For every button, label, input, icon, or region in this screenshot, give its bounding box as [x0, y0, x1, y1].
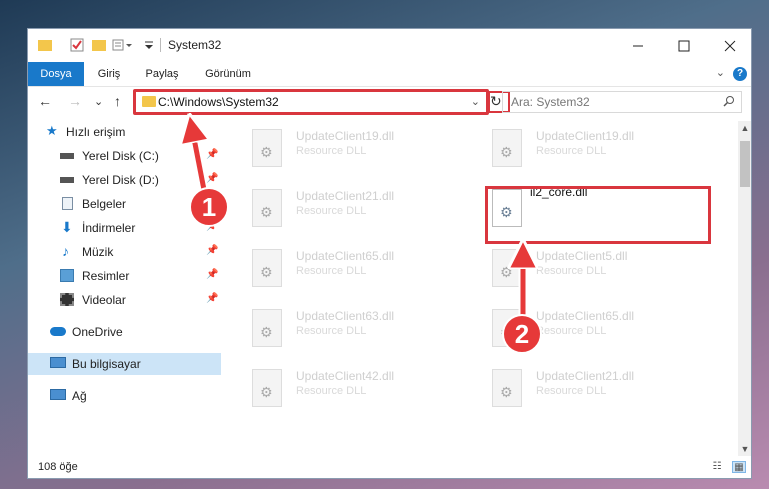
- recent-locations-button[interactable]: ⌄: [94, 95, 103, 108]
- sidebar-item-this-pc[interactable]: Bu bilgisayar: [28, 353, 221, 375]
- search-box[interactable]: Ara: System32: [502, 91, 742, 113]
- title-separator: [160, 38, 161, 52]
- minimize-button[interactable]: [615, 29, 661, 62]
- pictures-icon: [60, 269, 74, 282]
- scroll-thumb[interactable]: [740, 141, 750, 187]
- close-button[interactable]: [707, 29, 751, 62]
- computer-icon: [50, 357, 66, 368]
- maximize-button[interactable]: [661, 29, 707, 62]
- title-bar: System32: [28, 29, 751, 62]
- pin-icon[interactable]: 📌: [206, 269, 218, 280]
- dll-file-icon: ⚙: [252, 189, 282, 227]
- forward-button[interactable]: →: [68, 93, 82, 109]
- dll-file-icon: ⚙: [252, 129, 282, 167]
- sidebar-item-disk-c[interactable]: Yerel Disk (C:) 📌: [28, 145, 221, 167]
- vertical-scrollbar[interactable]: ▲ ▼: [738, 121, 751, 456]
- download-icon: ⬇: [61, 219, 73, 235]
- window-title: System32: [168, 38, 222, 52]
- large-icons-view-icon[interactable]: ▦: [732, 461, 746, 473]
- tab-dosya[interactable]: Dosya: [28, 62, 84, 86]
- file-item[interactable]: ⚙ UpdateClient42.dll Resource DLL: [246, 361, 436, 415]
- address-bar-highlight: [133, 89, 489, 115]
- file-item[interactable]: ⚙ UpdateClient5.dll Resource DLL: [486, 241, 676, 295]
- dll-file-icon: ⚙: [492, 249, 522, 287]
- properties-icon[interactable]: [70, 38, 84, 52]
- search-placeholder: Ara: System32: [511, 95, 590, 109]
- sidebar-item-resimler[interactable]: Resimler 📌: [28, 265, 221, 287]
- file-item[interactable]: ⚙ UpdateClient65.dll Resource DLL: [246, 241, 436, 295]
- item-count: 108 öğe: [38, 461, 78, 473]
- status-bar: 108 öğe ☷ ▦: [28, 456, 751, 478]
- tab-gorunum[interactable]: Görünüm: [192, 62, 264, 86]
- sidebar-item-muzik[interactable]: ♪ Müzik 📌: [28, 241, 221, 263]
- file-highlight: [485, 186, 711, 244]
- search-icon: [723, 95, 735, 110]
- pin-icon[interactable]: 📌: [206, 293, 218, 304]
- file-item[interactable]: ⚙ UpdateClient21.dll Resource DLL: [486, 361, 676, 415]
- scroll-up-icon[interactable]: ▲: [738, 121, 751, 135]
- pin-icon[interactable]: 📌: [206, 245, 218, 256]
- dll-file-icon: ⚙: [492, 369, 522, 407]
- navigation-pane: ★ Hızlı erişim Yerel Disk (C:) 📌 Yerel D…: [28, 121, 221, 456]
- drive-icon: [60, 177, 74, 183]
- music-icon: ♪: [62, 243, 69, 259]
- dropdown-icon[interactable]: [142, 38, 156, 52]
- tab-giris[interactable]: Giriş: [86, 62, 132, 86]
- back-button[interactable]: ←: [38, 93, 52, 109]
- network-icon: [50, 389, 66, 400]
- drive-icon: [60, 153, 74, 159]
- dll-file-icon: ⚙: [252, 369, 282, 407]
- customize-quick-access-icon[interactable]: [112, 38, 134, 52]
- documents-icon: [62, 197, 73, 210]
- ribbon-tabs: Dosya Giriş Paylaş Görünüm ⌄ ?: [28, 62, 751, 87]
- dll-file-icon: ⚙: [252, 309, 282, 347]
- file-item[interactable]: ⚙ UpdateClient19.dll Resource DLL: [486, 121, 676, 175]
- file-item[interactable]: ⚙ UpdateClient63.dll Resource DLL: [246, 301, 436, 355]
- scroll-down-icon[interactable]: ▼: [738, 442, 751, 456]
- sidebar-item-indirmeler[interactable]: ⬇ İndirmeler 📌: [28, 217, 221, 239]
- file-item[interactable]: ⚙ UpdateClient21.dll Resource DLL: [246, 181, 436, 235]
- file-list: ⚙ UpdateClient19.dll Resource DLL ⚙ Upda…: [242, 121, 738, 456]
- help-icon[interactable]: ?: [733, 67, 747, 81]
- pin-icon[interactable]: 📌: [206, 173, 218, 184]
- sidebar-item-videolar[interactable]: Videolar 📌: [28, 289, 221, 311]
- dll-file-icon: ⚙: [252, 249, 282, 287]
- star-icon: ★: [46, 123, 58, 138]
- cloud-icon: [50, 327, 66, 336]
- new-folder-icon[interactable]: [92, 40, 106, 51]
- sidebar-item-disk-d[interactable]: Yerel Disk (D:) 📌: [28, 169, 221, 191]
- sidebar-item-network[interactable]: Ağ: [28, 385, 221, 407]
- details-view-icon[interactable]: ☷: [710, 461, 724, 473]
- dll-file-icon: ⚙: [492, 129, 522, 167]
- refresh-button[interactable]: ↻: [490, 93, 502, 110]
- pin-icon[interactable]: 📌: [206, 149, 218, 160]
- expand-ribbon-icon[interactable]: ⌄: [716, 66, 725, 79]
- explorer-window: System32 Dosya Giriş Paylaş Görünüm ⌄ ? …: [27, 28, 752, 479]
- navigation-bar: ← → ⌄ ↑ C:\Windows\System32 ⌄ ↻ Ara: Sys…: [28, 87, 751, 119]
- sidebar-item-onedrive[interactable]: OneDrive: [28, 321, 221, 343]
- sidebar-item-quick-access[interactable]: ★ Hızlı erişim: [28, 121, 221, 143]
- folder-icon: [38, 40, 52, 51]
- file-item[interactable]: ⚙ UpdateClient19.dll Resource DLL: [246, 121, 436, 175]
- callout-2: 2: [502, 314, 542, 354]
- videos-icon: [60, 293, 74, 306]
- callout-1: 1: [189, 187, 229, 227]
- tab-paylas[interactable]: Paylaş: [136, 62, 188, 86]
- up-button[interactable]: ↑: [114, 93, 121, 109]
